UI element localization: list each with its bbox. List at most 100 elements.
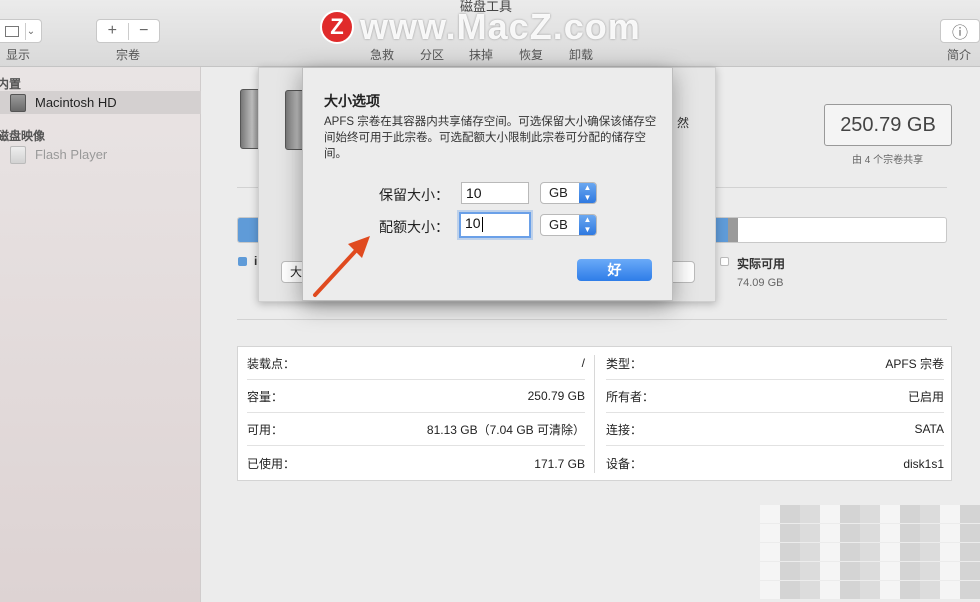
mosaic-block [880, 581, 900, 599]
info-icon: ⓘ [951, 25, 968, 42]
text-cursor [481, 216, 483, 232]
sidebar-item-label: Macintosh HD [35, 95, 117, 110]
restore-button[interactable]: 恢复 [519, 46, 543, 63]
reserve-size-input[interactable]: 10 [461, 182, 529, 204]
info-label: 已使用： [247, 457, 296, 471]
info-row-capacity: 容量： 250.79 GB [247, 380, 585, 413]
sidebar-item-label: Flash Player [35, 147, 108, 162]
add-volume-button[interactable]: + [97, 22, 128, 40]
mosaic-block [860, 581, 880, 599]
quota-unit-value: GB [549, 217, 568, 232]
info-value: / [581, 356, 585, 370]
first-aid-button[interactable]: 急救 [370, 46, 394, 63]
mosaic-block [960, 543, 980, 561]
dialog-title: 大小选项 [324, 93, 380, 109]
info-row-connection: 连接： SATA [606, 413, 944, 446]
erase-button[interactable]: 抹掉 [469, 46, 493, 63]
sidebar-section-internal: 内置 [0, 77, 22, 91]
info-value: 171.7 GB [534, 456, 585, 471]
mosaic-block [800, 543, 820, 561]
mosaic-block [920, 505, 940, 523]
info-value: 81.13 GB（7.04 GB 可清除） [426, 422, 585, 437]
updown-arrows-icon: ▲ ▼ [579, 215, 596, 235]
dialog-description: APFS 宗卷在其容器内共享储存空间。可选保留大小确保该储存空间始终可用于此宗卷… [324, 116, 657, 160]
mosaic-block [840, 581, 860, 599]
info-value: SATA [914, 422, 944, 436]
mosaic-block [820, 581, 840, 599]
mosaic-block [860, 562, 880, 580]
info-row-mount-point: 装载点： / [247, 347, 585, 380]
mosaic-block [960, 524, 980, 542]
info-label: 可用： [247, 422, 284, 437]
reserve-unit-value: GB [549, 185, 568, 200]
quota-size-value: 10 [465, 215, 481, 231]
sidebar-item-macintosh-hd[interactable]: Macintosh HD [0, 91, 201, 114]
mosaic-block [840, 562, 860, 580]
mosaic-block [760, 524, 780, 542]
legend-used-swatch [238, 257, 247, 266]
watermark-logo-icon: Z [320, 10, 354, 44]
partition-button[interactable]: 分区 [420, 46, 444, 63]
disk-image-icon [10, 145, 26, 164]
mosaic-block [920, 562, 940, 580]
info-button[interactable]: ⓘ [940, 19, 980, 43]
info-label: 装载点： [247, 356, 296, 371]
info-value: disk1s1 [903, 456, 944, 471]
capacity-note: 由 4 个宗卷共享 [852, 155, 924, 166]
mosaic-block [840, 505, 860, 523]
mosaic-block [780, 543, 800, 561]
mosaic-block [800, 581, 820, 599]
legend-available-label: 实际可用 [737, 257, 786, 271]
mosaic-block [880, 505, 900, 523]
mosaic-block [940, 562, 960, 580]
mosaic-block [900, 524, 920, 542]
info-value: 已启用 [907, 389, 944, 404]
info-row-available: 可用： 81.13 GB（7.04 GB 可清除） [247, 413, 585, 446]
ok-button[interactable]: 好 [577, 259, 652, 281]
divider [237, 319, 947, 320]
view-button[interactable]: ⌄ [0, 19, 42, 43]
quota-size-label: 配额大小： [379, 219, 449, 235]
quota-unit-select[interactable]: GB ▲ ▼ [540, 214, 597, 236]
sidebar-item-flash-player[interactable]: Flash Player [0, 143, 201, 166]
remove-volume-button[interactable]: − [129, 22, 160, 40]
mosaic-block [820, 524, 840, 542]
mosaic-block [780, 524, 800, 542]
chevron-down-icon: ⌄ [26, 25, 36, 37]
mosaic-block [940, 543, 960, 561]
mosaic-block [900, 562, 920, 580]
mosaic-block [900, 543, 920, 561]
mosaic-block [940, 524, 960, 542]
mosaic-block [960, 562, 980, 580]
watermark: Z www.MacZ.com [320, 6, 641, 48]
mosaic-block [780, 562, 800, 580]
info-label: 设备： [606, 457, 643, 471]
mosaic-block [960, 581, 980, 599]
legend-used-label-partial: i [254, 254, 258, 268]
info-label: 容量： [247, 389, 284, 404]
legend-available-value: 74.09 GB [737, 277, 784, 289]
info-row-used: 已使用： 171.7 GB [247, 447, 585, 480]
quota-size-input[interactable]: 10 [459, 212, 531, 238]
sidebar-section-images: 磁盘映像 [0, 129, 46, 143]
mosaic-block [800, 562, 820, 580]
info-label: 连接： [606, 422, 643, 437]
mosaic-block [820, 543, 840, 561]
mosaic-block [860, 543, 880, 561]
reserve-unit-select[interactable]: GB ▲ ▼ [540, 182, 597, 204]
info-label: 所有者： [606, 389, 655, 404]
mosaic-block [880, 524, 900, 542]
info-row-owners: 所有者： 已启用 [606, 380, 944, 413]
mosaic-block [940, 505, 960, 523]
mosaic-block [780, 505, 800, 523]
view-label: 显示 [6, 48, 31, 62]
mosaic-block [880, 562, 900, 580]
mosaic-block [800, 524, 820, 542]
pixelated-region [760, 505, 980, 602]
mosaic-block [760, 562, 780, 580]
info-table: 装载点： / 容量： 250.79 GB 可用： 81.13 GB（7.04 G… [237, 346, 952, 481]
mosaic-block [860, 505, 880, 523]
sidebar: 内置 Macintosh HD 磁盘映像 Flash Player [0, 67, 201, 602]
info-row-device: 设备： disk1s1 [606, 447, 944, 480]
unmount-button[interactable]: 卸载 [569, 46, 593, 63]
